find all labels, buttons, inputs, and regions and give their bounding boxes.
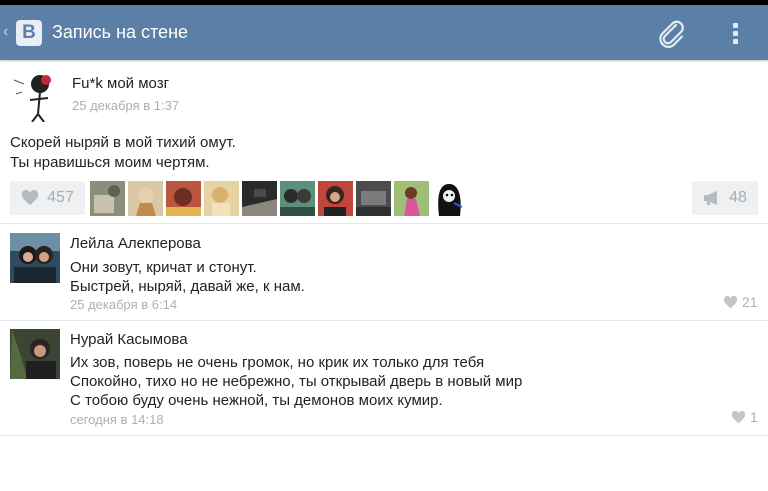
overflow-menu-button[interactable] — [724, 19, 748, 49]
like-button[interactable]: 457 — [10, 181, 85, 215]
megaphone-icon — [704, 191, 718, 205]
liker-avatar[interactable] — [204, 181, 239, 216]
page-title: Запись на стене — [52, 22, 189, 42]
repost-count: 48 — [729, 189, 747, 206]
heart-icon — [22, 190, 39, 205]
likers-list — [90, 181, 467, 216]
menu-dot — [733, 31, 738, 36]
divider — [0, 320, 768, 321]
comment-text-line: Спокойно, тихо но не небрежно, ты открыв… — [70, 373, 523, 390]
liker-avatar[interactable] — [318, 181, 353, 216]
menu-dot — [733, 23, 738, 28]
comment-like-button[interactable]: 21 — [723, 294, 758, 310]
comment-like-button[interactable]: 1 — [731, 409, 758, 425]
comment-author-name[interactable]: Нурай Касымова — [70, 331, 188, 348]
liker-avatar[interactable] — [242, 181, 277, 216]
comment-text: Их зов, поверь не очень громок, но крик … — [70, 353, 522, 410]
liker-avatar[interactable] — [90, 181, 125, 216]
comment-text-line: Они зовут, кричат и стонут. — [70, 259, 257, 276]
post-text: Скорей ныряй в мой тихий омут. Ты нравиш… — [10, 133, 236, 173]
liker-avatar[interactable] — [356, 181, 391, 216]
comment-author-name[interactable]: Лейла Алекперова — [70, 235, 201, 252]
comment-like-count: 21 — [742, 294, 758, 310]
liker-avatar[interactable] — [394, 181, 429, 216]
divider — [0, 223, 768, 224]
post-timestamp: 25 декабря в 1:37 — [72, 98, 180, 113]
comment-avatar[interactable] — [10, 329, 60, 379]
back-arrow-icon[interactable]: ‹ — [3, 24, 8, 40]
post-text-line: Ты нравишься моим чертям. — [10, 154, 210, 171]
like-count: 457 — [47, 189, 74, 206]
comment-text-line: С тобою буду очень нежной, ты демонов мо… — [70, 392, 443, 409]
menu-dot — [733, 39, 738, 44]
post-text-line: Скорей ныряй в мой тихий омут. — [10, 134, 236, 151]
post-author-avatar[interactable] — [10, 70, 62, 122]
heart-icon — [731, 410, 746, 423]
app-header: ‹ В Запись на стене — [0, 5, 768, 60]
logo-letter: В — [22, 22, 36, 43]
paperclip-icon — [659, 20, 684, 48]
repost-button[interactable]: 48 — [692, 181, 758, 215]
liker-avatar[interactable] — [166, 181, 201, 216]
comment-text: Они зовут, кричат и стонут. Быстрей, ныр… — [70, 258, 305, 296]
vk-logo-icon[interactable]: В — [16, 20, 42, 46]
comment-text-line: Их зов, поверь не очень громок, но крик … — [70, 354, 485, 371]
liker-avatar[interactable] — [128, 181, 163, 216]
liker-avatar[interactable] — [432, 181, 467, 216]
post-author-name[interactable]: Fu*k мой мозг — [72, 75, 169, 92]
heart-icon — [723, 295, 738, 308]
comment-avatar[interactable] — [10, 233, 60, 283]
attach-button[interactable] — [656, 19, 688, 49]
comment-timestamp: 25 декабря в 6:14 — [70, 297, 178, 312]
comment-text-line: Быстрей, ныряй, давай же, к нам. — [70, 278, 305, 295]
comment-like-count: 1 — [750, 409, 758, 425]
comment-timestamp: сегодня в 14:18 — [70, 412, 164, 427]
divider — [0, 435, 768, 436]
liker-avatar[interactable] — [280, 181, 315, 216]
